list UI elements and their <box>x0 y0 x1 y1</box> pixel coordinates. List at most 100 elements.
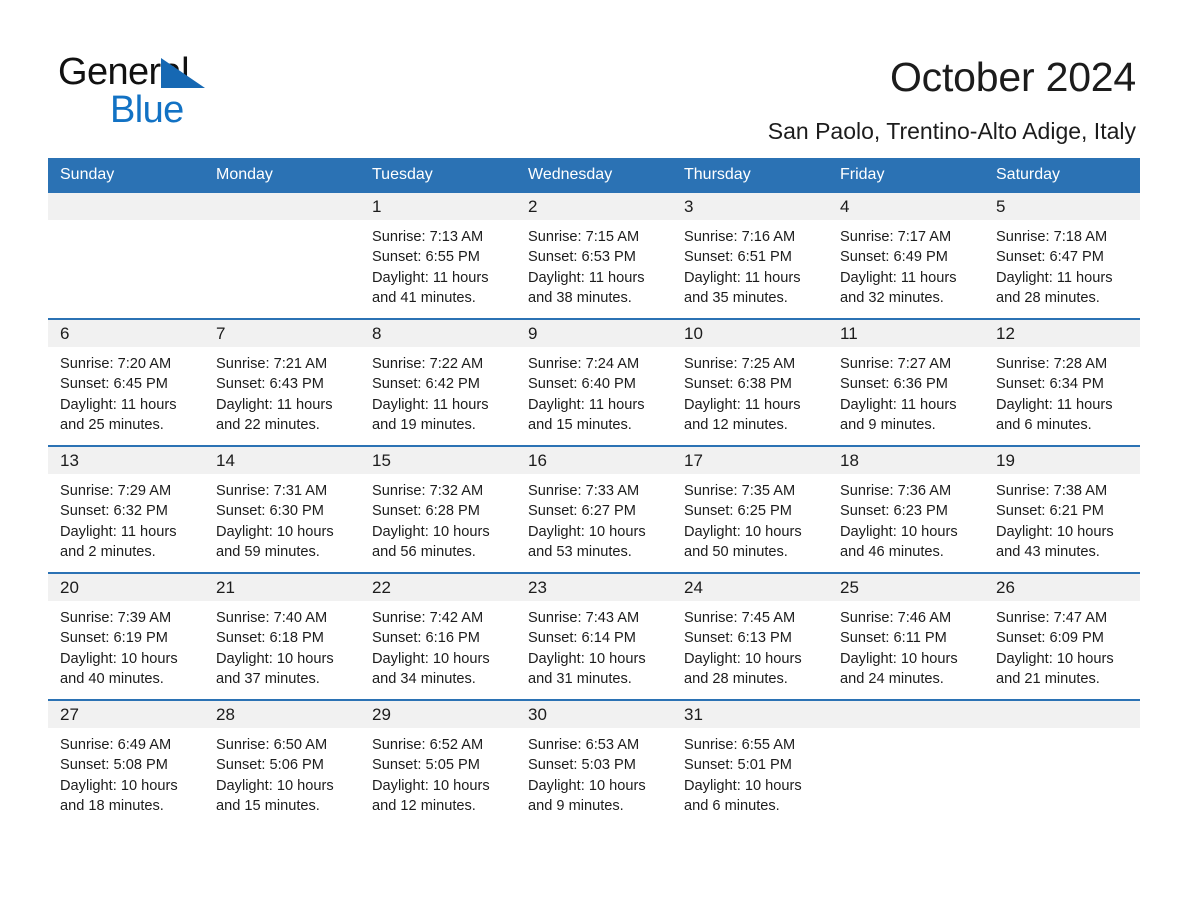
daylight-text-line2: and 38 minutes. <box>528 289 632 306</box>
day-number: 23 <box>528 578 547 597</box>
daylight-text-line1: Daylight: 10 hours <box>684 777 802 794</box>
day-number-band: 29 <box>360 701 516 728</box>
daylight-text-line1: Daylight: 10 hours <box>684 650 802 667</box>
calendar-day-cell[interactable]: 15 Sunrise: 7:32 AM Sunset: 6:28 PM Dayligh… <box>360 445 516 573</box>
calendar-day-cell[interactable]: 7 Sunrise: 7:21 AM Sunset: 6:43 PM Daylight… <box>204 318 360 446</box>
daylight-text-line1: Daylight: 11 hours <box>372 269 489 286</box>
day-number: 31 <box>684 705 703 724</box>
day-number: 2 <box>528 197 538 216</box>
calendar-week-row: 27 Sunrise: 6:49 AM Sunset: 5:08 PM Dayligh… <box>48 699 1140 826</box>
sunrise-text: Sunrise: 6:55 AM <box>684 737 796 753</box>
calendar-day-cell[interactable]: 25 Sunrise: 7:46 AM Sunset: 6:11 PM Dayligh… <box>828 572 984 700</box>
daylight-text-line2: and 12 minutes. <box>372 797 476 814</box>
page-header: General Blue October 2024 San Paolo, Tre… <box>48 40 1140 150</box>
sunset-text: Sunset: 6:09 PM <box>996 630 1104 647</box>
calendar-day-cell[interactable]: 26 Sunrise: 7:47 AM Sunset: 6:09 PM Dayligh… <box>984 572 1140 700</box>
calendar-day-cell[interactable]: 12 Sunrise: 7:28 AM Sunset: 6:34 PM Dayligh… <box>984 318 1140 446</box>
day-number: 19 <box>996 451 1015 470</box>
calendar-day-cell[interactable]: 6 Sunrise: 7:20 AM Sunset: 6:45 PM Daylight… <box>48 318 204 446</box>
day-number-band: 18 <box>828 447 984 474</box>
day-details: Sunrise: 7:46 AM Sunset: 6:11 PM Daylight:… <box>828 601 984 689</box>
daylight-text-line1: Daylight: 10 hours <box>216 777 334 794</box>
sunrise-text: Sunrise: 7:33 AM <box>528 483 640 499</box>
calendar-body: 1 Sunrise: 7:13 AM Sunset: 6:55 PM Daylight… <box>48 193 1140 826</box>
day-details: Sunrise: 7:20 AM Sunset: 6:45 PM Daylight:… <box>48 347 204 435</box>
day-details: Sunrise: 7:40 AM Sunset: 6:18 PM Daylight:… <box>204 601 360 689</box>
day-details: Sunrise: 7:27 AM Sunset: 6:36 PM Daylight:… <box>828 347 984 435</box>
calendar-week-row: 1 Sunrise: 7:13 AM Sunset: 6:55 PM Daylight… <box>48 193 1140 319</box>
day-number-band: 16 <box>516 447 672 474</box>
day-number-band: 12 <box>984 320 1140 347</box>
sunset-text: Sunset: 6:32 PM <box>60 503 168 520</box>
generalblue-logo: General Blue <box>58 50 358 131</box>
calendar-day-cell[interactable]: 24 Sunrise: 7:45 AM Sunset: 6:13 PM Dayligh… <box>672 572 828 700</box>
calendar-day-cell[interactable]: 2 Sunrise: 7:15 AM Sunset: 6:53 PM Daylight… <box>516 193 672 319</box>
day-details: Sunrise: 7:45 AM Sunset: 6:13 PM Daylight:… <box>672 601 828 689</box>
day-number-band: 4 <box>828 193 984 220</box>
calendar-day-cell[interactable]: 17 Sunrise: 7:35 AM Sunset: 6:25 PM Dayligh… <box>672 445 828 573</box>
sunset-text: Sunset: 6:13 PM <box>684 630 792 647</box>
daylight-text-line1: Daylight: 10 hours <box>528 523 646 540</box>
daylight-text-line1: Daylight: 10 hours <box>216 650 334 667</box>
calendar-week-row: 13 Sunrise: 7:29 AM Sunset: 6:32 PM Dayligh… <box>48 445 1140 573</box>
sunset-text: Sunset: 6:38 PM <box>684 376 792 393</box>
calendar-day-cell[interactable]: 3 Sunrise: 7:16 AM Sunset: 6:51 PM Daylight… <box>672 193 828 319</box>
daylight-text-line2: and 56 minutes. <box>372 543 476 560</box>
calendar-day-cell[interactable]: 16 Sunrise: 7:33 AM Sunset: 6:27 PM Dayligh… <box>516 445 672 573</box>
calendar-day-cell[interactable]: 8 Sunrise: 7:22 AM Sunset: 6:42 PM Daylight… <box>360 318 516 446</box>
daylight-text-line1: Daylight: 11 hours <box>840 269 957 286</box>
sunset-text: Sunset: 6:36 PM <box>840 376 948 393</box>
daylight-text-line1: Daylight: 10 hours <box>840 523 958 540</box>
sunrise-text: Sunrise: 7:25 AM <box>684 356 796 372</box>
calendar-day-cell[interactable]: 9 Sunrise: 7:24 AM Sunset: 6:40 PM Daylight… <box>516 318 672 446</box>
sunrise-text: Sunrise: 7:20 AM <box>60 356 172 372</box>
day-number-band: 23 <box>516 574 672 601</box>
daylight-text-line1: Daylight: 11 hours <box>840 396 957 413</box>
day-details: Sunrise: 7:43 AM Sunset: 6:14 PM Daylight:… <box>516 601 672 689</box>
calendar-day-cell[interactable]: 31 Sunrise: 6:55 AM Sunset: 5:01 PM Dayligh… <box>672 699 828 826</box>
day-number-band: 13 <box>48 447 204 474</box>
sunrise-text: Sunrise: 7:32 AM <box>372 483 484 499</box>
calendar-day-cell[interactable]: 5 Sunrise: 7:18 AM Sunset: 6:47 PM Daylight… <box>984 193 1140 319</box>
calendar-day-cell[interactable]: 21 Sunrise: 7:40 AM Sunset: 6:18 PM Dayligh… <box>204 572 360 700</box>
day-number-band: 15 <box>360 447 516 474</box>
calendar-day-cell[interactable]: 22 Sunrise: 7:42 AM Sunset: 6:16 PM Dayligh… <box>360 572 516 700</box>
day-number: 28 <box>216 705 235 724</box>
sunrise-text: Sunrise: 7:24 AM <box>528 356 640 372</box>
calendar-day-cell[interactable]: 19 Sunrise: 7:38 AM Sunset: 6:21 PM Dayligh… <box>984 445 1140 573</box>
calendar-day-cell[interactable]: 14 Sunrise: 7:31 AM Sunset: 6:30 PM Dayligh… <box>204 445 360 573</box>
calendar-day-cell[interactable]: 10 Sunrise: 7:25 AM Sunset: 6:38 PM Dayligh… <box>672 318 828 446</box>
calendar-day-cell[interactable]: 20 Sunrise: 7:39 AM Sunset: 6:19 PM Dayligh… <box>48 572 204 700</box>
sunrise-text: Sunrise: 7:42 AM <box>372 610 484 626</box>
calendar-day-cell[interactable]: 23 Sunrise: 7:43 AM Sunset: 6:14 PM Dayligh… <box>516 572 672 700</box>
daylight-text-line1: Daylight: 10 hours <box>996 523 1114 540</box>
day-number-band: 25 <box>828 574 984 601</box>
calendar-day-cell[interactable]: 18 Sunrise: 7:36 AM Sunset: 6:23 PM Dayligh… <box>828 445 984 573</box>
calendar-day-cell[interactable]: 30 Sunrise: 6:53 AM Sunset: 5:03 PM Dayligh… <box>516 699 672 826</box>
daylight-text-line2: and 9 minutes. <box>528 797 624 814</box>
daylight-text-line2: and 34 minutes. <box>372 670 476 687</box>
calendar-day-cell[interactable]: 28 Sunrise: 6:50 AM Sunset: 5:06 PM Dayligh… <box>204 699 360 826</box>
calendar-empty-cell <box>48 193 204 319</box>
sunset-text: Sunset: 5:05 PM <box>372 757 480 774</box>
daylight-text-line2: and 18 minutes. <box>60 797 164 814</box>
daylight-text-line1: Daylight: 11 hours <box>216 396 333 413</box>
sunrise-text: Sunrise: 6:53 AM <box>528 737 640 753</box>
day-number: 7 <box>216 324 226 343</box>
calendar-day-cell[interactable]: 1 Sunrise: 7:13 AM Sunset: 6:55 PM Daylight… <box>360 193 516 319</box>
calendar-day-cell[interactable]: 29 Sunrise: 6:52 AM Sunset: 5:05 PM Dayligh… <box>360 699 516 826</box>
calendar-day-cell[interactable]: 13 Sunrise: 7:29 AM Sunset: 6:32 PM Dayligh… <box>48 445 204 573</box>
day-number-band <box>828 701 984 728</box>
sunrise-text: Sunrise: 7:43 AM <box>528 610 640 626</box>
sunset-text: Sunset: 5:03 PM <box>528 757 636 774</box>
day-details: Sunrise: 7:33 AM Sunset: 6:27 PM Daylight:… <box>516 474 672 562</box>
daylight-text-line2: and 43 minutes. <box>996 543 1100 560</box>
calendar-day-cell[interactable]: 11 Sunrise: 7:27 AM Sunset: 6:36 PM Dayligh… <box>828 318 984 446</box>
calendar-day-cell[interactable]: 27 Sunrise: 6:49 AM Sunset: 5:08 PM Dayligh… <box>48 699 204 826</box>
weekday-header-thursday: Thursday <box>672 158 828 193</box>
calendar-day-cell[interactable]: 4 Sunrise: 7:17 AM Sunset: 6:49 PM Daylight… <box>828 193 984 319</box>
day-number: 25 <box>840 578 859 597</box>
sunrise-text: Sunrise: 7:45 AM <box>684 610 796 626</box>
sunrise-text: Sunrise: 7:13 AM <box>372 229 484 245</box>
daylight-text-line1: Daylight: 10 hours <box>216 523 334 540</box>
